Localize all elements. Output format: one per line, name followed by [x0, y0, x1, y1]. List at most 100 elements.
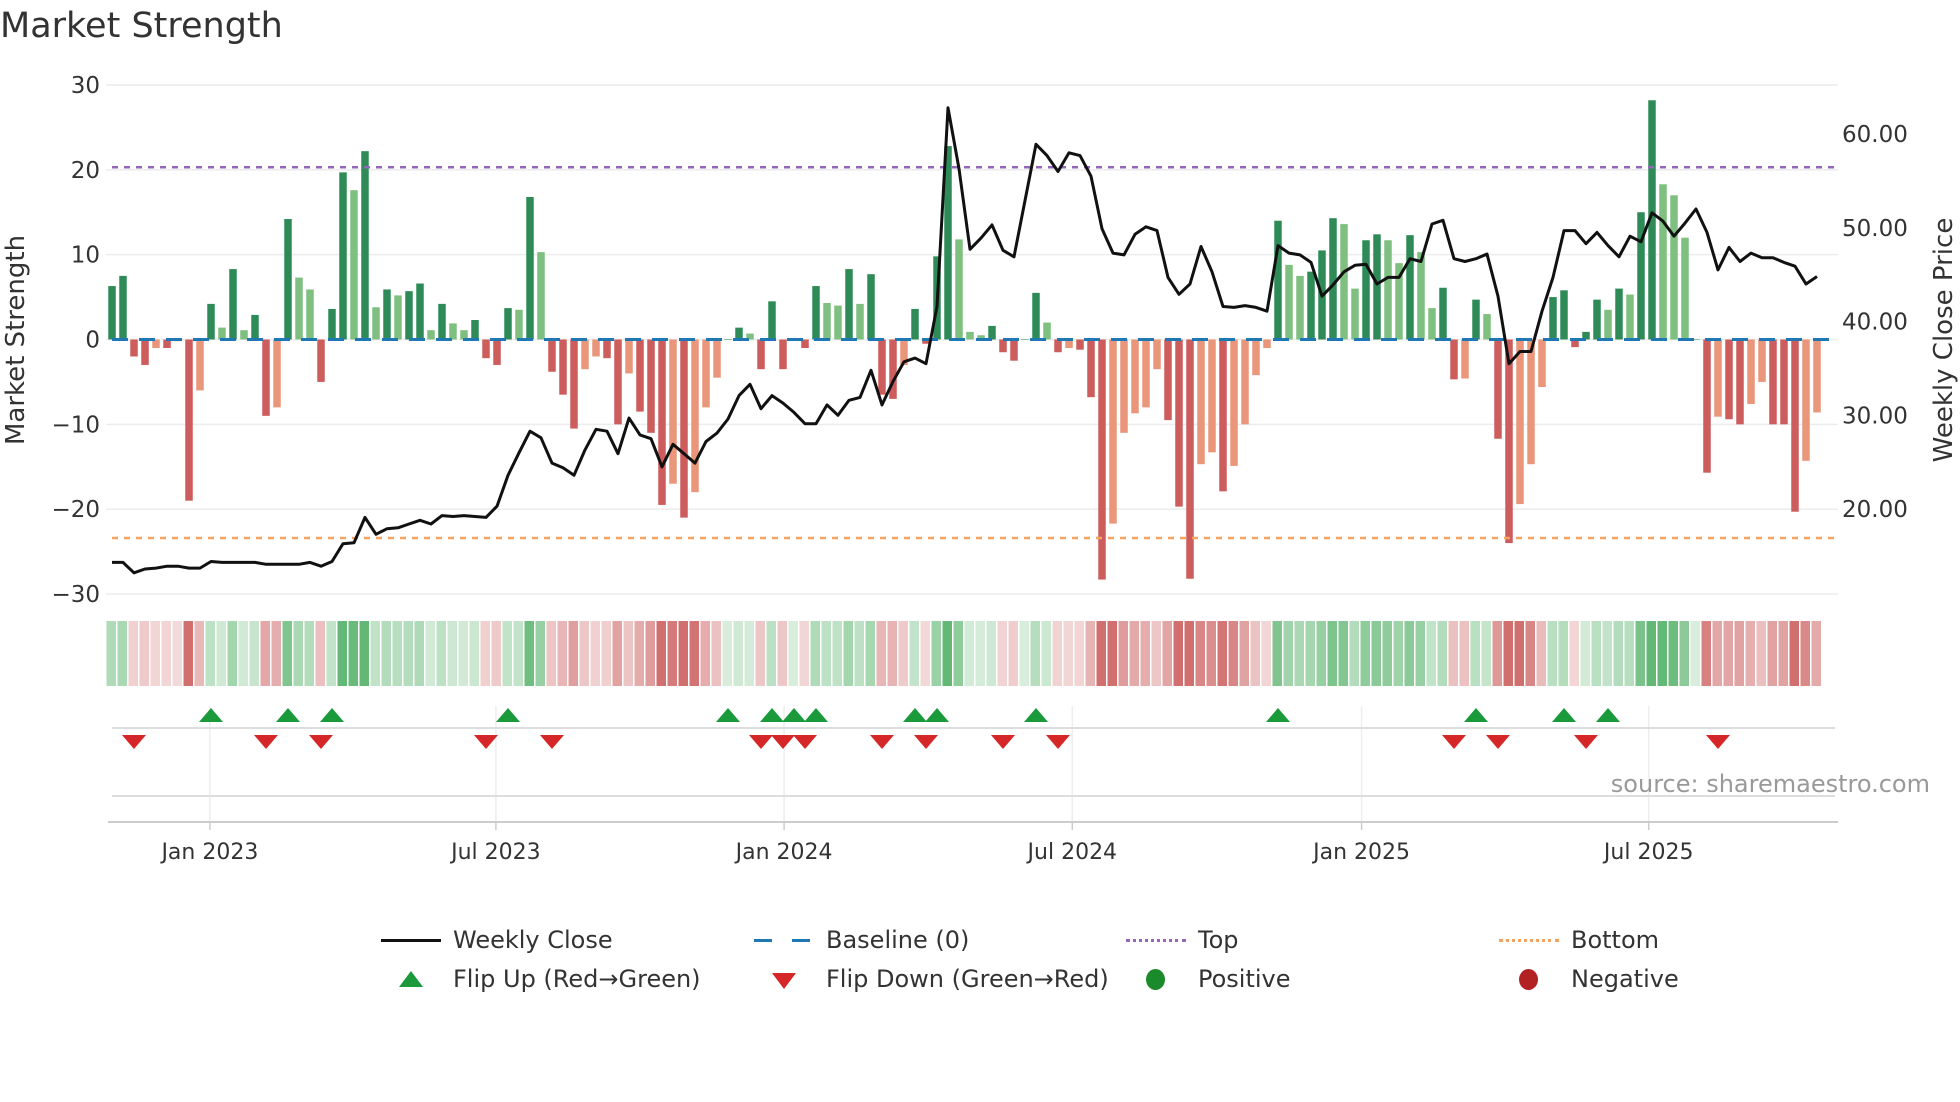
legend-item-positive[interactable]: Positive [1126, 965, 1291, 993]
positive-bar [1329, 218, 1337, 340]
negative-cell [1173, 621, 1183, 686]
positive-cell [1415, 621, 1425, 686]
negative-bar [680, 339, 688, 518]
x-tick-label: Jan 2024 [734, 840, 833, 865]
negative-cell [1536, 621, 1546, 686]
positive-bar [1032, 292, 1040, 340]
positive-bar [735, 327, 743, 340]
negative-bar [603, 339, 611, 359]
positive-bar [537, 252, 545, 340]
negative-bar [757, 339, 765, 370]
negative-bar [1219, 339, 1227, 492]
negative-bar [1175, 339, 1183, 507]
positive-bar [350, 190, 358, 340]
negative-bar [1153, 339, 1161, 370]
positive-cell [1657, 621, 1667, 686]
positive-bar [724, 339, 732, 340]
positive-cell [832, 621, 842, 686]
positive-bar [856, 303, 864, 340]
positive-bar [295, 277, 303, 340]
positive-bar [1384, 240, 1392, 340]
negative-bar [1538, 339, 1546, 388]
negative-cell [546, 621, 556, 686]
positive-bar [515, 309, 523, 340]
legend-item-flip-up[interactable]: Flip Up (Red→Green) [381, 965, 701, 993]
positive-bar [1417, 252, 1425, 340]
negative-cell [799, 621, 809, 686]
negative-cell [1525, 621, 1535, 686]
negative-bar [1703, 339, 1711, 473]
negative-bar [1769, 339, 1777, 425]
flip-down-marker [870, 735, 894, 749]
positive-bar [1626, 294, 1634, 340]
positive-cell [964, 621, 974, 686]
source-credit: source: sharemaestro.com [1610, 770, 1930, 798]
negative-bar [130, 339, 138, 357]
legend-item-bottom[interactable]: Bottom [1499, 926, 1659, 954]
positive-cell [1371, 621, 1381, 686]
positive-cell [535, 621, 545, 686]
positive-cell [810, 621, 820, 686]
negative-cell [777, 621, 787, 686]
positive-bar [1021, 339, 1029, 340]
negative-bar [592, 339, 600, 357]
negative-bar [1208, 339, 1216, 453]
positive-bar [1472, 299, 1480, 340]
positive-bar [911, 308, 919, 340]
positive-cell [986, 621, 996, 686]
legend-item-flip-down[interactable]: Flip Down (Green→Red) [754, 965, 1109, 993]
positive-cell [722, 621, 732, 686]
negative-bar [559, 339, 567, 395]
positive-bar [240, 330, 248, 340]
positive-bar [988, 325, 996, 340]
negative-bar [1780, 339, 1788, 425]
negative-bar [141, 339, 149, 365]
negative-cell [1701, 621, 1711, 686]
positive-cell [1030, 621, 1040, 686]
negative-cell [590, 621, 600, 686]
legend-item-negative[interactable]: Negative [1499, 965, 1679, 993]
flip-down-marker [991, 735, 1015, 749]
negative-bar [196, 339, 204, 391]
positive-cell [502, 621, 512, 686]
y-tick-label: 30 [71, 73, 100, 99]
positive-cell [359, 621, 369, 686]
negative-cell [678, 621, 688, 686]
positive-cell [744, 621, 754, 686]
positive-cell [1547, 621, 1557, 686]
flip-down-marker [771, 735, 795, 749]
y2-tick-label: 50.00 [1842, 216, 1908, 242]
negative-cell [150, 621, 160, 686]
negative-cell [1745, 621, 1755, 686]
negative-bar [779, 339, 787, 370]
positive-bar [427, 330, 435, 340]
negative-bar [1714, 339, 1722, 417]
positive-bar [361, 151, 369, 340]
legend-item-weekly-close[interactable]: Weekly Close [381, 926, 613, 954]
negative-bar [1131, 339, 1139, 414]
negative-cell [271, 621, 281, 686]
negative-cell [700, 621, 710, 686]
legend-item-baseline[interactable]: Baseline (0) [754, 926, 969, 954]
positive-cell [865, 621, 875, 686]
negative-bar [1725, 339, 1733, 420]
positive-bar [1340, 224, 1348, 340]
flip-down-marker [793, 735, 817, 749]
negative-bar [1230, 339, 1238, 466]
flip-up-marker [925, 708, 949, 722]
positive-cell [469, 621, 479, 686]
positive-bar [1615, 288, 1623, 340]
negative-cell [1712, 621, 1722, 686]
positive-bar [284, 219, 292, 340]
positive-bar [251, 314, 259, 340]
negative-cell [579, 621, 589, 686]
x-tick-label: Jul 2023 [449, 840, 541, 865]
flip-down-marker [914, 735, 938, 749]
negative-bar [691, 339, 699, 493]
positive-cell [282, 621, 292, 686]
negative-cell [1503, 621, 1513, 686]
legend-item-top[interactable]: Top [1126, 926, 1239, 954]
y-tick-label: 0 [85, 328, 100, 354]
positive-cell [117, 621, 127, 686]
negative-cell [1129, 621, 1139, 686]
